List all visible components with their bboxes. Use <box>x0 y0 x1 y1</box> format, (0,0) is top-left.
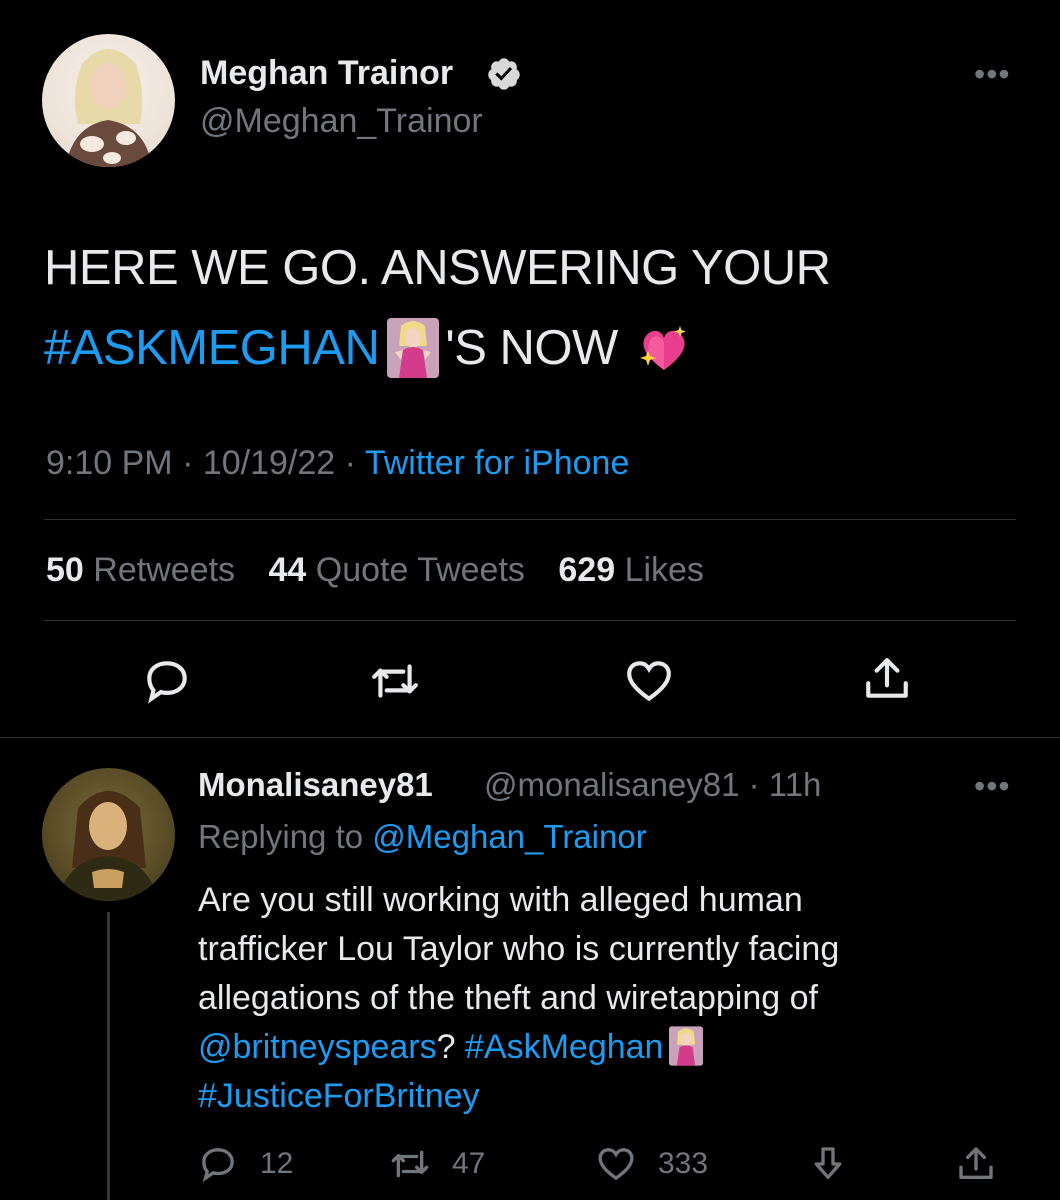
tweet-text: HERE WE GO. ANSWERING YOUR #ASKMEGHAN 'S… <box>44 228 1034 388</box>
quote-tweets-stat[interactable]: 44 Quote Tweets <box>268 551 524 589</box>
reply-count: 12 <box>260 1147 294 1180</box>
reply-text: Are you still working with alleged human… <box>198 876 1018 1121</box>
tweet-text-line-2: #ASKMEGHAN 'S NOW <box>44 308 1034 388</box>
reply-icon <box>202 1148 234 1183</box>
divider <box>0 737 1060 738</box>
sparkling-heart-emoji <box>639 326 686 371</box>
tweet-date[interactable]: 10/19/22 <box>203 444 335 482</box>
reply-author-display-name[interactable]: Monalisaney81 <box>198 766 433 804</box>
hashtag-justiceforbritney[interactable]: #JusticeForBritney <box>198 1077 480 1115</box>
retweets-stat[interactable]: 50 Retweets <box>46 551 235 589</box>
reply-author-handle-time[interactable]: @monalisaney81 · 11h <box>484 766 821 804</box>
hashtag-askmeghan[interactable]: #AskMeghan <box>465 1028 663 1066</box>
likes-stat[interactable]: 629 Likes <box>558 551 704 589</box>
divider <box>44 620 1016 621</box>
more-icon[interactable]: ••• <box>974 58 1011 90</box>
reply-text-line: @britneyspears? #AskMeghan <box>198 1023 1018 1072</box>
tweet-text-line-1: HERE WE GO. ANSWERING YOUR <box>44 241 831 295</box>
reply-icon[interactable] <box>142 656 192 706</box>
retweet-icon <box>391 1150 429 1178</box>
divider <box>44 519 1016 520</box>
dancer-emoji <box>387 318 440 379</box>
thread-line <box>107 912 110 1200</box>
dancer-emoji <box>669 1026 704 1066</box>
retweet-icon[interactable] <box>370 656 420 706</box>
hashtag-askmeghan[interactable]: #ASKMEGHAN <box>44 321 380 375</box>
more-icon[interactable]: ••• <box>974 770 1011 802</box>
downvote-icon <box>814 1147 842 1179</box>
like-icon[interactable] <box>624 656 674 706</box>
share-icon[interactable] <box>862 654 912 704</box>
reply-button[interactable]: 12 <box>198 1142 293 1186</box>
share-button[interactable] <box>956 1142 996 1186</box>
replying-to-prefix: Replying to <box>198 818 364 855</box>
replying-to: Replying to @Meghan_Trainor <box>198 818 647 856</box>
reply-author-avatar[interactable] <box>42 768 175 901</box>
reply-text-line: allegations of the theft and wiretapping… <box>198 979 818 1017</box>
tweet-meta: 9:10 PM · 10/19/22 · Twitter for iPhone <box>46 444 630 482</box>
tweet-time: 9:10 PM <box>46 444 173 482</box>
tweet-stats: 50 Retweets 44 Quote Tweets 629 Likes <box>46 551 728 590</box>
author-avatar[interactable] <box>42 34 175 167</box>
share-icon <box>959 1147 993 1179</box>
author-handle[interactable]: @Meghan_Trainor <box>200 102 483 141</box>
like-icon <box>598 1148 634 1181</box>
like-button[interactable]: 333 <box>596 1142 708 1186</box>
verified-badge-icon <box>488 58 520 90</box>
retweet-button[interactable]: 47 <box>390 1142 485 1186</box>
retweet-count: 47 <box>452 1147 486 1180</box>
like-count: 333 <box>658 1147 709 1180</box>
replying-to-mention[interactable]: @Meghan_Trainor <box>372 818 646 855</box>
mention-britneyspears[interactable]: @britneyspears <box>198 1028 437 1066</box>
reply-text-line: trafficker Lou Taylor who is currently f… <box>198 930 840 968</box>
reply-text-line: Are you still working with alleged human <box>198 881 803 919</box>
tweet-source[interactable]: Twitter for iPhone <box>365 444 630 482</box>
author-display-name[interactable]: Meghan Trainor <box>200 54 453 93</box>
tweet-text-line-2-rest: 'S NOW <box>445 321 618 375</box>
reply-text-line: #JusticeForBritney <box>198 1072 1018 1121</box>
downvote-button[interactable] <box>808 1142 848 1186</box>
